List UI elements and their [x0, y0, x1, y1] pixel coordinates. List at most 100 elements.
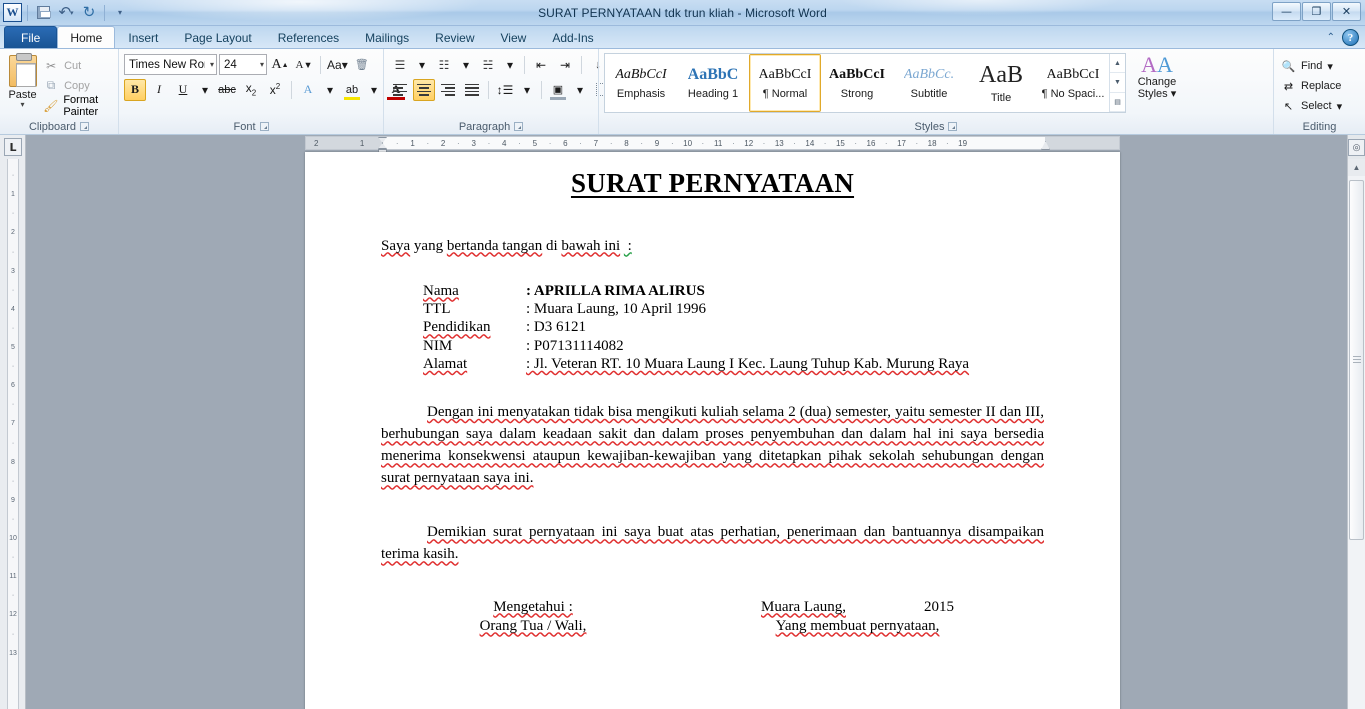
style-preview: AaBbCc. — [903, 67, 955, 82]
replace-icon: ⇄ — [1283, 80, 1294, 93]
underline-dropdown-button[interactable]: ▾ — [196, 79, 214, 101]
vertical-ruler-tick: · — [11, 439, 15, 447]
align-center-button[interactable] — [413, 78, 435, 101]
shading-button[interactable]: ▣ — [547, 79, 569, 101]
binoculars-icon: 🔍 — [1281, 60, 1296, 73]
chevron-down-icon[interactable]: ▾ — [257, 60, 264, 69]
clipboard-group-label: Clipboard — [5, 119, 113, 134]
scroll-up-button[interactable]: ▲ — [1348, 159, 1365, 176]
bullets-button[interactable]: ☰ — [389, 54, 411, 76]
increase-indent-button[interactable]: ⇥ — [554, 54, 576, 76]
ruler-tick: · — [670, 139, 674, 148]
styles-dialog-launcher-icon[interactable] — [948, 122, 958, 131]
tab-add-ins[interactable]: Add-Ins — [539, 26, 606, 48]
style-strong[interactable]: AaBbCcI Strong — [821, 54, 893, 112]
decrease-indent-button[interactable]: ⇤ — [530, 54, 552, 76]
style-no-spacing[interactable]: AaBbCcI ¶ No Spaci... — [1037, 54, 1109, 112]
style-heading-1[interactable]: AaBbC Heading 1 — [677, 54, 749, 112]
tab-page-layout[interactable]: Page Layout — [171, 26, 264, 48]
shrink-font-button[interactable]: A ▼ — [293, 54, 315, 76]
bold-button[interactable]: B — [124, 78, 146, 101]
font-name-combo[interactable]: Times New Rom ▾ — [124, 54, 217, 75]
font-dialog-launcher-icon[interactable] — [259, 122, 269, 131]
chevron-down-icon[interactable]: ▾ — [207, 60, 214, 69]
minimize-button[interactable]: — — [1272, 2, 1301, 21]
style-title[interactable]: AaB Title — [965, 54, 1037, 112]
multilevel-list-button[interactable]: ☵ — [477, 54, 499, 76]
style-subtitle[interactable]: AaBbCc. Subtitle — [893, 54, 965, 112]
copy-button[interactable]: ⧉ Copy — [40, 76, 113, 95]
text-effects-dropdown[interactable]: ▾ — [321, 79, 339, 101]
align-left-button[interactable] — [389, 79, 411, 101]
align-center-icon — [417, 83, 431, 96]
highlight-dropdown[interactable]: ▾ — [365, 79, 383, 101]
grow-font-button[interactable]: A ▲ — [269, 54, 291, 76]
vertical-ruler-track[interactable]: 1 · 2 · 3 · 4 · 5 · 6 · 7 · 8 · 9 · 10 · 11 · 12 · 13 · — [7, 159, 19, 709]
ribbon-tab-strip: File Home Insert Page Layout References … — [0, 26, 1365, 49]
tab-home[interactable]: Home — [57, 26, 116, 48]
vertical-ruler-tick-label: 2 — [11, 229, 15, 237]
restore-button[interactable]: ❐ — [1302, 2, 1331, 21]
horizontal-ruler[interactable]: 2 1 1 · 2 · 3 · 4 · 5 · 6 · 7 · 8 · 9 · 10 · 11 · 12 · 13 · 14 · 15 · 16… — [305, 136, 1120, 153]
vertical-scrollbar[interactable]: ◎ ▲ — [1347, 135, 1365, 709]
paste-button[interactable]: Paste ▾ — [5, 52, 40, 109]
tab-references[interactable]: References — [265, 26, 352, 48]
change-case-button[interactable]: Aa ▾ — [326, 54, 349, 76]
styles-more-button[interactable]: ▤ — [1110, 93, 1125, 112]
styles-scroll-up-button[interactable]: ▲ — [1110, 54, 1125, 74]
align-right-button[interactable] — [437, 79, 459, 101]
shading-dropdown[interactable]: ▾ — [571, 79, 589, 101]
scrollbar-track[interactable] — [1348, 176, 1365, 709]
tab-selector-button[interactable]: L — [4, 138, 22, 156]
chevron-down-icon[interactable]: ▾ — [1337, 100, 1343, 113]
tab-file[interactable]: File — [4, 26, 58, 48]
format-painter-button[interactable]: 🖌 Format Painter — [40, 94, 113, 118]
collapse-ribbon-icon[interactable]: ⌃ — [1327, 32, 1335, 43]
close-button[interactable]: ✕ — [1332, 2, 1361, 21]
clipboard-dialog-launcher-icon[interactable] — [80, 122, 90, 131]
tab-insert[interactable]: Insert — [115, 26, 171, 48]
ruler-tick-label: 2 — [314, 139, 319, 148]
underline-button[interactable]: U — [172, 79, 194, 101]
justify-button[interactable] — [461, 79, 483, 101]
select-browse-object-icon[interactable]: ◎ — [1348, 138, 1365, 156]
change-styles-button[interactable]: AA Change Styles ▾ — [1126, 52, 1188, 101]
field-label: TTL — [423, 301, 451, 318]
chevron-down-icon[interactable]: ▾ — [21, 101, 25, 109]
line-spacing-button[interactable]: ↕☰ — [494, 79, 516, 101]
chevron-down-icon[interactable]: ▾ — [1327, 60, 1333, 73]
align-right-icon — [441, 83, 455, 96]
find-button[interactable]: 🔍 Find ▾ — [1279, 56, 1335, 76]
subscript-button[interactable]: x2 — [240, 79, 262, 101]
help-icon[interactable]: ? — [1342, 29, 1359, 46]
tab-mailings[interactable]: Mailings — [352, 26, 422, 48]
cut-button[interactable]: ✂ Cut — [40, 56, 113, 75]
text-effects-button[interactable]: A — [297, 79, 319, 101]
style-emphasis[interactable]: AaBbCcI Emphasis — [605, 54, 677, 112]
numbering-dropdown[interactable]: ▾ — [457, 54, 475, 76]
signature-year: 2015 — [923, 598, 954, 615]
styles-scroll-down-button[interactable]: ▼ — [1110, 73, 1125, 93]
select-button[interactable]: ↖ Select ▾ — [1279, 96, 1344, 116]
signature-right: Muara Laung, 2015 Yang membuat pernyataa… — [671, 598, 1044, 636]
bullets-dropdown[interactable]: ▾ — [413, 54, 431, 76]
tab-view[interactable]: View — [488, 26, 540, 48]
font-size-combo[interactable]: 24 ▾ — [219, 54, 267, 75]
superscript-button[interactable]: x2 — [264, 79, 286, 101]
paragraph-dialog-launcher-icon[interactable] — [514, 122, 524, 131]
numbering-button[interactable]: ☷ — [433, 54, 455, 76]
document-page[interactable]: SURAT PERNYATAAN Saya yang bertanda tang… — [305, 152, 1120, 709]
document-content[interactable]: SURAT PERNYATAAN Saya yang bertanda tang… — [305, 152, 1120, 636]
tab-review[interactable]: Review — [422, 26, 487, 48]
replace-button[interactable]: ⇄ Replace — [1279, 76, 1343, 96]
scrollbar-thumb[interactable] — [1349, 180, 1364, 540]
italic-button[interactable]: I — [148, 79, 170, 101]
style-preview: AaBbCcI — [615, 67, 667, 82]
field-row-ttl: TTL : Muara Laung, 10 April 1996 — [423, 300, 1044, 318]
strikethrough-button[interactable]: abc — [216, 79, 238, 101]
highlight-button[interactable]: ab — [341, 79, 363, 101]
style-normal[interactable]: AaBbCcI ¶ Normal — [749, 54, 821, 112]
line-spacing-dropdown[interactable]: ▾ — [518, 79, 536, 101]
multilevel-dropdown[interactable]: ▾ — [501, 54, 519, 76]
clear-formatting-button[interactable]: 🗑 — [351, 54, 373, 76]
